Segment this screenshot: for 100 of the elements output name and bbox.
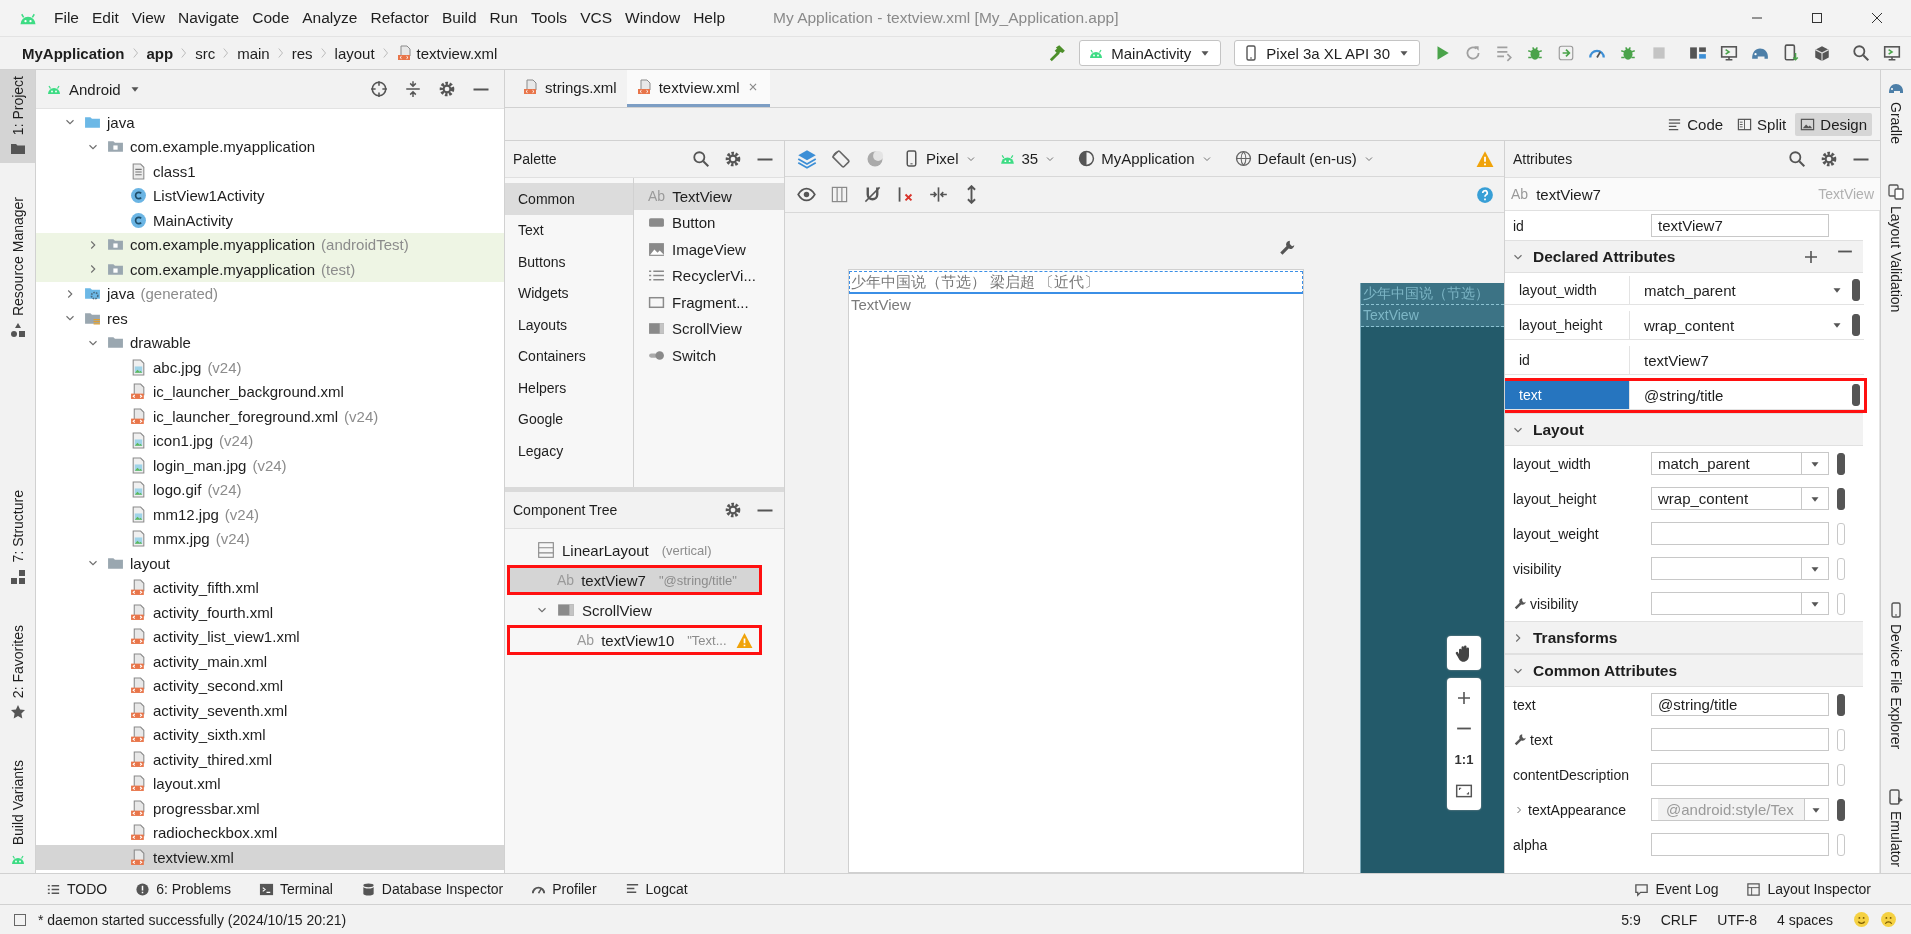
- menu-item[interactable]: Refactor: [364, 7, 436, 29]
- section-header[interactable]: Common Attributes: [1505, 654, 1863, 687]
- monitor-icon[interactable]: [1883, 44, 1901, 62]
- maximize-icon[interactable]: [1809, 10, 1825, 26]
- breadcrumb-item[interactable]: layout: [334, 44, 375, 62]
- tool-window-button[interactable]: Build Variants: [0, 753, 35, 873]
- pan-button[interactable]: [1447, 636, 1481, 670]
- structure-icon[interactable]: [1689, 44, 1707, 62]
- breadcrumb-item[interactable]: src: [195, 44, 216, 62]
- status-item[interactable]: 5:9: [1621, 911, 1641, 928]
- component-item[interactable]: Ab textView7 "@string/title": [510, 568, 759, 592]
- minimize-icon[interactable]: [1852, 156, 1870, 162]
- resource-picker-button[interactable]: [1837, 798, 1845, 821]
- palette-item[interactable]: RecyclerVi...: [634, 262, 784, 289]
- search-icon[interactable]: [1788, 150, 1806, 168]
- menu-item[interactable]: Build: [436, 7, 483, 29]
- smiley-icon[interactable]: [1853, 911, 1870, 928]
- add-icon[interactable]: [1803, 248, 1819, 265]
- tree-item[interactable]: icon1.jpg (v24): [36, 428, 504, 453]
- input-field[interactable]: [1651, 833, 1829, 856]
- section-header[interactable]: Declared Attributes: [1505, 240, 1863, 273]
- tree-item[interactable]: class1: [36, 159, 504, 184]
- section-header[interactable]: Transforms: [1505, 621, 1863, 654]
- minimize-icon[interactable]: [756, 156, 774, 162]
- palette-category[interactable]: Legacy: [505, 435, 633, 467]
- tool-window-button[interactable]: Layout Inspector: [1746, 881, 1871, 897]
- tool-window-button[interactable]: TODO: [46, 881, 108, 897]
- close-icon[interactable]: [1869, 10, 1885, 26]
- palette-category[interactable]: Helpers: [505, 372, 633, 404]
- tree-item[interactable]: ic_launcher_foreground.xml (v24): [36, 404, 504, 429]
- remove-icon[interactable]: [1837, 248, 1853, 254]
- menu-item[interactable]: Tools: [524, 7, 574, 29]
- align-icon[interactable]: [929, 185, 948, 204]
- attribute-name[interactable]: id: [1505, 346, 1630, 374]
- tool-window-button[interactable]: Gradle: [1881, 74, 1911, 151]
- tree-item[interactable]: activity_main.xml: [36, 649, 504, 674]
- breadcrumb-item[interactable]: main: [237, 44, 270, 62]
- theme-dropdown[interactable]: MyApplication: [1074, 150, 1217, 167]
- component-item[interactable]: ScrollView: [510, 598, 759, 622]
- tree-item[interactable]: mmx.jpg (v24): [36, 526, 504, 551]
- status-item[interactable]: 4 spaces: [1776, 911, 1833, 928]
- minimize-icon[interactable]: [472, 86, 490, 92]
- restart-icon[interactable]: [1464, 44, 1482, 62]
- bug-icon[interactable]: [1619, 44, 1637, 62]
- tool-window-button[interactable]: Event Log: [1634, 881, 1719, 897]
- resource-picker-button[interactable]: [1837, 693, 1845, 716]
- search-icon[interactable]: [1852, 44, 1870, 62]
- tool-window-button[interactable]: Profiler: [531, 881, 597, 897]
- panel-toggle-icon[interactable]: [12, 911, 28, 928]
- breadcrumb-item[interactable]: textview.xml: [396, 44, 498, 62]
- tree-item[interactable]: com.example.myapplication: [36, 134, 504, 159]
- bug-icon[interactable]: [1526, 44, 1544, 62]
- menu-item[interactable]: Window: [619, 7, 687, 29]
- tool-window-button[interactable]: Terminal: [258, 881, 333, 897]
- menu-item[interactable]: View: [125, 7, 172, 29]
- tool-window-button[interactable]: Logcat: [624, 881, 688, 897]
- palette-category[interactable]: Common: [505, 183, 633, 215]
- menu-item[interactable]: Code: [246, 7, 296, 29]
- tool-window-button[interactable]: 7: Structure: [0, 484, 35, 591]
- hammer-icon[interactable]: [1048, 44, 1067, 62]
- view-mode-button[interactable]: Design: [1795, 112, 1872, 136]
- minimize-icon[interactable]: [756, 507, 774, 513]
- dropdown-field[interactable]: [1651, 592, 1829, 615]
- tree-item[interactable]: ic_launcher_background.xml: [36, 379, 504, 404]
- locale-dropdown[interactable]: Default (en-us): [1230, 150, 1379, 167]
- preview-text[interactable]: 少年中国说（节选） 梁启超 〔近代〕: [849, 271, 1303, 294]
- rotate-icon[interactable]: [831, 148, 851, 169]
- tree-item[interactable]: com.example.myapplication (androidTest): [36, 232, 504, 257]
- attribute-value[interactable]: wrap_content: [1630, 311, 1844, 339]
- magnet-off-icon[interactable]: [863, 185, 882, 204]
- view-mode-button[interactable]: Code: [1662, 112, 1729, 136]
- menu-item[interactable]: VCS: [574, 7, 618, 29]
- menu-item[interactable]: Edit: [86, 7, 125, 29]
- tree-item[interactable]: activity_second.xml: [36, 673, 504, 698]
- settings-icon[interactable]: [724, 150, 742, 168]
- dropdown-field[interactable]: [1651, 557, 1829, 580]
- view-selector[interactable]: Android: [46, 80, 142, 98]
- palette-item[interactable]: Switch: [634, 342, 784, 369]
- tree-item[interactable]: radiocheckbox.xml: [36, 820, 504, 845]
- palette-category[interactable]: Text: [505, 214, 633, 246]
- settings-icon[interactable]: [438, 80, 456, 98]
- tree-item[interactable]: com.example.myapplication (test): [36, 257, 504, 282]
- columns-icon[interactable]: [830, 185, 849, 204]
- tree-item[interactable]: activity_list_view1.xml: [36, 624, 504, 649]
- tree-item[interactable]: ListView1Activity: [36, 183, 504, 208]
- tool-window-button[interactable]: Database Inspector: [360, 881, 504, 897]
- component-item[interactable]: Ab textView10 "Text...: [510, 628, 759, 652]
- device-dropdown[interactable]: Pixel 3a XL API 30: [1234, 40, 1420, 66]
- eye-icon[interactable]: [797, 185, 816, 204]
- settings-icon[interactable]: [724, 501, 742, 519]
- locate-icon[interactable]: [370, 80, 388, 98]
- dropdown-field[interactable]: wrap_content: [1651, 487, 1829, 510]
- resource-picker-button[interactable]: [1852, 279, 1860, 301]
- breadcrumb-item[interactable]: res: [291, 44, 313, 62]
- component-item[interactable]: LinearLayout (vertical): [510, 538, 759, 562]
- run-configuration-dropdown[interactable]: MainActivity: [1079, 40, 1222, 66]
- preview-text[interactable]: TextView: [849, 294, 1303, 316]
- id-field[interactable]: textView7: [1651, 214, 1829, 237]
- palette-category[interactable]: Google: [505, 403, 633, 435]
- search-icon[interactable]: [692, 150, 710, 168]
